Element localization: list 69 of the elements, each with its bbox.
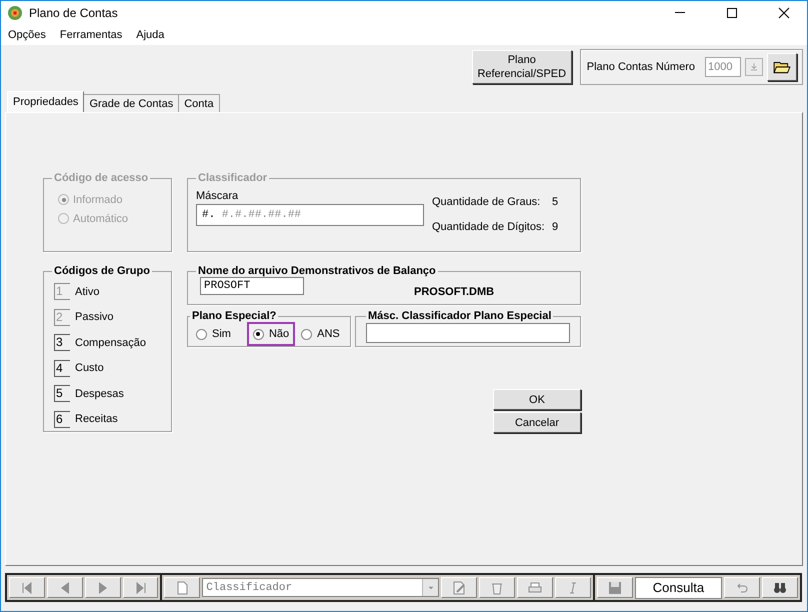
- code-label: Despesas: [75, 388, 124, 400]
- tab[interactable]: Conta: [178, 94, 220, 112]
- ok-button[interactable]: OK: [493, 389, 581, 410]
- file-name-text: PROSOFT.DMB: [414, 286, 494, 298]
- radio-button[interactable]: [301, 328, 312, 340]
- radio-label: Sim: [212, 328, 231, 340]
- code-field[interactable]: 4: [54, 360, 70, 377]
- first-button[interactable]: [9, 577, 45, 598]
- classifier-combo[interactable]: Classificador: [202, 578, 440, 597]
- code-label: Custo: [75, 362, 104, 374]
- referencial-button[interactable]: Plano Referencial/SPED: [472, 50, 572, 84]
- code-field[interactable]: 3: [54, 334, 70, 352]
- group-title: Código de acesso: [53, 172, 150, 184]
- previous-button[interactable]: [46, 577, 83, 598]
- radio-label: Não: [268, 328, 290, 340]
- last-button[interactable]: [122, 577, 158, 598]
- group-title: Classificador: [197, 172, 268, 184]
- edit-icon: [451, 580, 468, 596]
- radio-label: Informado: [73, 194, 123, 206]
- mask-field[interactable]: #. #.#.##.##.##: [196, 204, 424, 226]
- edit-button[interactable]: [441, 577, 478, 598]
- group-title: Plano Especial?: [191, 310, 278, 322]
- print-button[interactable]: [517, 577, 553, 598]
- menu-item[interactable]: Opções: [8, 28, 46, 40]
- save-icon: [606, 580, 623, 596]
- mode-field: Consulta: [634, 576, 722, 598]
- highlighted-option[interactable]: Não: [246, 322, 296, 346]
- save-button[interactable]: [596, 577, 633, 598]
- degrees-value: 5: [552, 196, 560, 208]
- digits-label: Quantidade de Dígitos:: [432, 221, 546, 233]
- group-title: Códigos de Grupo: [53, 265, 151, 277]
- minimize-icon: [675, 12, 685, 13]
- radio-option[interactable]: Sim: [190, 322, 237, 346]
- code-label: Passivo: [75, 311, 114, 324]
- italic-button[interactable]: [554, 577, 591, 598]
- code-label: Compensação: [75, 336, 146, 349]
- file-name-field[interactable]: PROSOFT: [200, 277, 304, 295]
- code-label: Receitas: [75, 413, 118, 426]
- group-title: Másc. Classificador Plano Especial: [367, 310, 552, 322]
- degrees-label: Quantidade de Graus:: [432, 196, 542, 208]
- radio-label: Automático: [73, 212, 128, 224]
- radio-label: ANS: [317, 328, 340, 340]
- app-icon: [7, 4, 23, 20]
- tab[interactable]: Propriedades: [7, 91, 84, 112]
- search-button[interactable]: [762, 577, 798, 598]
- print-icon: [526, 580, 543, 596]
- delete-button[interactable]: [479, 577, 516, 598]
- mask-label: Máscara: [196, 190, 238, 202]
- close-icon: [776, 4, 792, 20]
- plan-number-label: Plano Contas Número: [586, 60, 695, 72]
- group-title: Nome do arquivo Demonstrativos de Balanço: [197, 265, 437, 277]
- cancel-button[interactable]: Cancelar: [493, 412, 581, 433]
- next-button[interactable]: [84, 577, 121, 598]
- radio-button[interactable]: [252, 328, 264, 340]
- plan-number-field[interactable]: 1000: [705, 56, 741, 76]
- code-label: Ativo: [75, 286, 100, 298]
- code-field[interactable]: 5: [54, 385, 70, 402]
- menu-item[interactable]: Ajuda: [136, 28, 164, 40]
- radio-option[interactable]: ANS: [295, 322, 346, 346]
- open-folder-button[interactable]: [767, 52, 797, 80]
- digits-value: 9: [552, 221, 560, 233]
- down-arrow-icon: [748, 60, 760, 72]
- special-mask-field[interactable]: [366, 323, 570, 343]
- code-field[interactable]: 6: [54, 410, 70, 428]
- radio-button[interactable]: [196, 328, 207, 340]
- window-title: Plano de Contas: [29, 6, 118, 20]
- undo-button[interactable]: [724, 577, 760, 598]
- menu-item[interactable]: Ferramentas: [60, 28, 122, 40]
- new-document-button[interactable]: [164, 577, 200, 598]
